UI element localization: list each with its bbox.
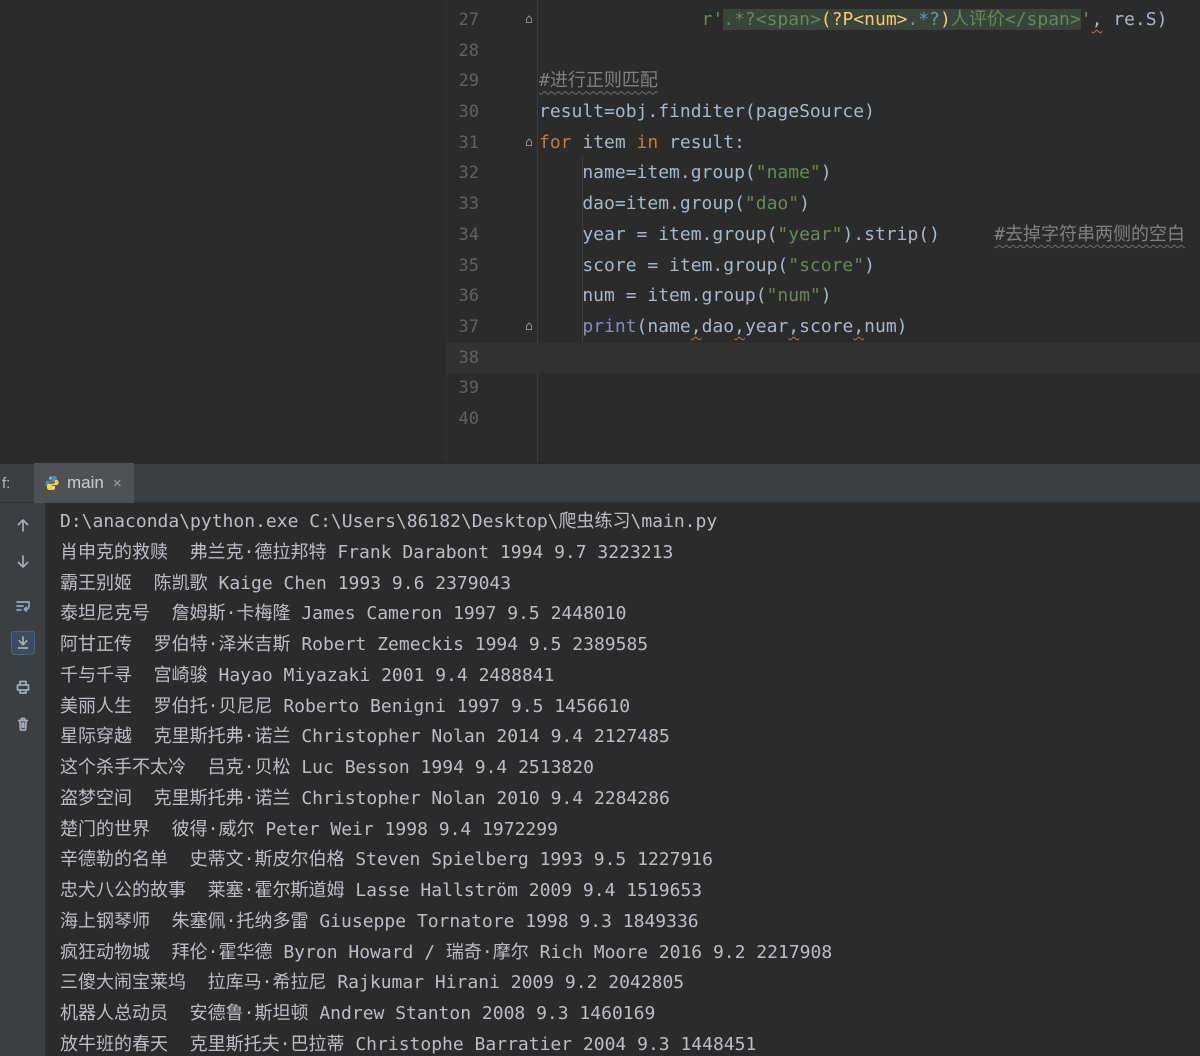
line-number: 31 bbox=[447, 128, 479, 159]
arrow-up-icon[interactable] bbox=[11, 513, 35, 537]
console-line: 三傻大闹宝莱坞 拉库马·希拉尼 Rajkumar Hirani 2009 9.2… bbox=[60, 968, 1200, 999]
console-line: 海上钢琴师 朱塞佩·托纳多雷 Giuseppe Tornatore 1998 9… bbox=[60, 907, 1200, 938]
close-tab-icon[interactable]: × bbox=[111, 475, 122, 492]
line-number: 39 bbox=[447, 373, 479, 404]
console-toolbar bbox=[0, 503, 46, 1056]
line-number: 32 bbox=[447, 158, 479, 189]
line-number: 36 bbox=[447, 281, 479, 312]
fold-marker-icon[interactable]: ⌂ bbox=[479, 5, 537, 36]
code-text: dao=item.group("dao") bbox=[537, 189, 810, 220]
console-area[interactable]: D:\anaconda\python.exe C:\Users\86182\De… bbox=[46, 503, 1200, 1056]
scroll-to-end-icon[interactable] bbox=[11, 631, 35, 655]
toolwindow-label: f: bbox=[0, 475, 16, 492]
run-console-panel: D:\anaconda\python.exe C:\Users\86182\De… bbox=[0, 503, 1200, 1056]
fold-spacer bbox=[479, 404, 537, 435]
code-text: name=item.group("name") bbox=[537, 158, 832, 189]
code-text: #进行正则匹配 bbox=[537, 66, 658, 97]
line-number: 28 bbox=[447, 36, 479, 67]
line-number: 35 bbox=[447, 251, 479, 282]
editor-line[interactable]: 35 score = item.group("score") bbox=[447, 251, 1200, 282]
line-number: 33 bbox=[447, 189, 479, 220]
editor-line[interactable]: 27⌂ r'.*?<span>(?P<num>.*?)人评价</span>', … bbox=[447, 5, 1200, 36]
code-text: r'.*?<span>(?P<num>.*?)人评价</span>', re.S… bbox=[537, 5, 1167, 36]
editor-line[interactable]: 38 bbox=[447, 343, 1200, 374]
editor-lines: 27⌂ r'.*?<span>(?P<num>.*?)人评价</span>', … bbox=[447, 5, 1200, 435]
fold-spacer bbox=[479, 66, 537, 97]
fold-marker-icon[interactable]: ⌂ bbox=[479, 128, 537, 159]
editor-line[interactable]: 39 bbox=[447, 373, 1200, 404]
console-line: D:\anaconda\python.exe C:\Users\86182\De… bbox=[60, 507, 1200, 538]
editor-line[interactable]: 34 year = item.group("year").strip() #去掉… bbox=[447, 220, 1200, 251]
line-number: 29 bbox=[447, 66, 479, 97]
code-text bbox=[537, 373, 539, 404]
console-line: 盗梦空间 克里斯托弗·诺兰 Christopher Nolan 2010 9.4… bbox=[60, 784, 1200, 815]
console-line: 辛德勒的名单 史蒂文·斯皮尔伯格 Steven Spielberg 1993 9… bbox=[60, 845, 1200, 876]
code-text: num = item.group("num") bbox=[537, 281, 832, 312]
console-line: 千与千寻 宫崎骏 Hayao Miyazaki 2001 9.4 2488841 bbox=[60, 661, 1200, 692]
empty-editor-panel bbox=[0, 0, 447, 463]
editor-split: 27⌂ r'.*?<span>(?P<num>.*?)人评价</span>', … bbox=[0, 0, 1200, 463]
tab-label: main bbox=[67, 473, 104, 493]
python-icon bbox=[44, 475, 60, 491]
console-line: 泰坦尼克号 詹姆斯·卡梅隆 James Cameron 1997 9.5 244… bbox=[60, 599, 1200, 630]
fold-spacer bbox=[479, 36, 537, 67]
arrow-down-icon[interactable] bbox=[11, 550, 35, 574]
console-line: 阿甘正传 罗伯特·泽米吉斯 Robert Zemeckis 1994 9.5 2… bbox=[60, 630, 1200, 661]
line-number: 40 bbox=[447, 404, 479, 435]
console-output: D:\anaconda\python.exe C:\Users\86182\De… bbox=[60, 507, 1200, 1056]
editor-line[interactable]: 29 #进行正则匹配 bbox=[447, 66, 1200, 97]
console-line: 这个杀手不太冷 吕克·贝松 Luc Besson 1994 9.4 251382… bbox=[60, 753, 1200, 784]
code-text: score = item.group("score") bbox=[537, 251, 875, 282]
fold-spacer bbox=[479, 158, 537, 189]
editor-line[interactable]: 28 bbox=[447, 36, 1200, 67]
fold-spacer bbox=[479, 189, 537, 220]
clear-all-icon[interactable] bbox=[11, 712, 35, 736]
fold-spacer bbox=[479, 343, 537, 374]
console-line: 肖申克的救赎 弗兰克·德拉邦特 Frank Darabont 1994 9.7 … bbox=[60, 538, 1200, 569]
code-text bbox=[537, 404, 539, 435]
editor-line[interactable]: 37⌂ print(name,dao,year,score,num) bbox=[447, 312, 1200, 343]
print-icon[interactable] bbox=[11, 675, 35, 699]
fold-spacer bbox=[479, 220, 537, 251]
editor-line[interactable]: 30 result=obj.finditer(pageSource) bbox=[447, 97, 1200, 128]
code-text: print(name,dao,year,score,num) bbox=[537, 312, 908, 343]
code-text: result=obj.finditer(pageSource) bbox=[537, 97, 875, 128]
console-line: 疯狂动物城 拜伦·霍华德 Byron Howard / 瑞奇·摩尔 Rich M… bbox=[60, 938, 1200, 969]
code-text bbox=[537, 36, 539, 67]
editor-line[interactable]: 40 bbox=[447, 404, 1200, 435]
console-line: 楚门的世界 彼得·威尔 Peter Weir 1998 9.4 1972299 bbox=[60, 815, 1200, 846]
fold-spacer bbox=[479, 373, 537, 404]
code-text: year = item.group("year").strip() #去掉字符串… bbox=[537, 220, 1185, 251]
fold-spacer bbox=[479, 281, 537, 312]
fold-marker-icon[interactable]: ⌂ bbox=[479, 312, 537, 343]
line-number: 30 bbox=[447, 97, 479, 128]
code-text bbox=[537, 343, 539, 374]
editor-line[interactable]: 33 dao=item.group("dao") bbox=[447, 189, 1200, 220]
fold-spacer bbox=[479, 251, 537, 282]
console-line: 忠犬八公的故事 莱塞·霍尔斯道姆 Lasse Hallström 2009 9.… bbox=[60, 876, 1200, 907]
line-number: 34 bbox=[447, 220, 479, 251]
line-number: 38 bbox=[447, 343, 479, 374]
console-line: 放牛班的春天 克里斯托夫·巴拉蒂 Christophe Barratier 20… bbox=[60, 1030, 1200, 1056]
run-toolwindow-tabbar: f: main × bbox=[0, 463, 1200, 503]
line-number: 27 bbox=[447, 5, 479, 36]
console-line: 霸王别姬 陈凯歌 Kaige Chen 1993 9.6 2379043 bbox=[60, 569, 1200, 600]
console-line: 美丽人生 罗伯托·贝尼尼 Roberto Benigni 1997 9.5 14… bbox=[60, 692, 1200, 723]
soft-wrap-icon[interactable] bbox=[11, 594, 35, 618]
line-number: 37 bbox=[447, 312, 479, 343]
console-line: 星际穿越 克里斯托弗·诺兰 Christopher Nolan 2014 9.4… bbox=[60, 722, 1200, 753]
editor-line[interactable]: 36 num = item.group("num") bbox=[447, 281, 1200, 312]
editor-line[interactable]: 32 name=item.group("name") bbox=[447, 158, 1200, 189]
code-text: for item in result: bbox=[537, 128, 745, 159]
tab-main[interactable]: main × bbox=[34, 463, 134, 503]
fold-spacer bbox=[479, 97, 537, 128]
console-line: 机器人总动员 安德鲁·斯坦顿 Andrew Stanton 2008 9.3 1… bbox=[60, 999, 1200, 1030]
code-editor[interactable]: 27⌂ r'.*?<span>(?P<num>.*?)人评价</span>', … bbox=[447, 0, 1200, 463]
editor-line[interactable]: 31⌂for item in result: bbox=[447, 128, 1200, 159]
